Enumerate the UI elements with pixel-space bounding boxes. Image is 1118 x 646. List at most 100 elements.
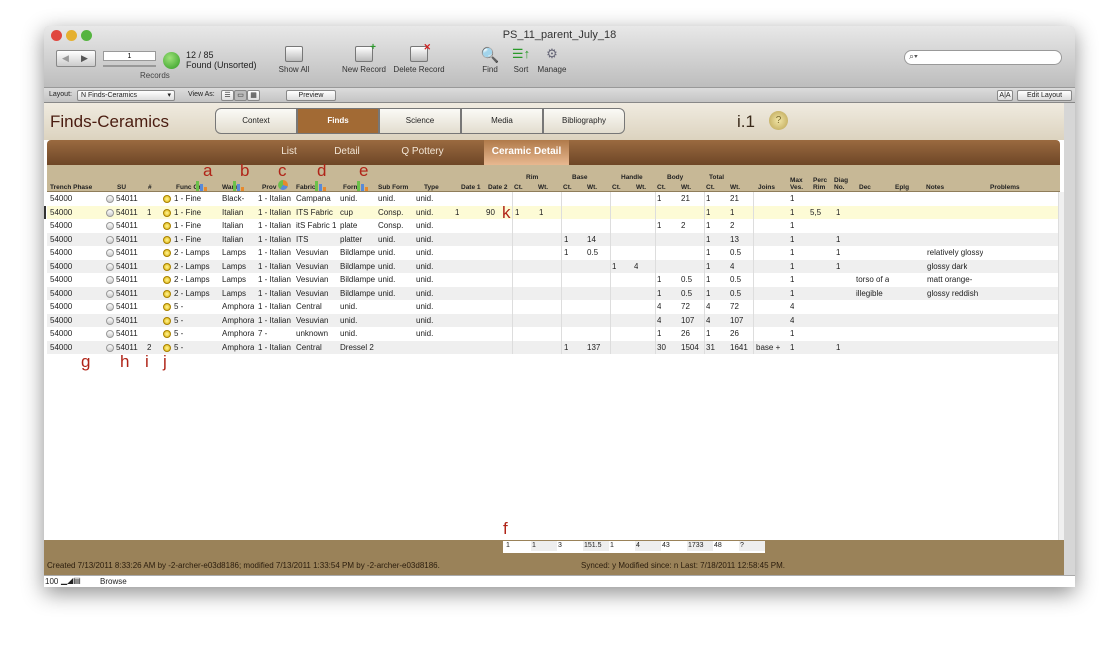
edit-layout-button[interactable]: Edit Layout [1017, 90, 1072, 101]
cell-su: 54011 [116, 315, 138, 325]
column-header-diag[interactable]: Diag No. [834, 177, 852, 191]
help-button[interactable]: ? [769, 111, 788, 130]
table-row[interactable]: 54000 54011 5 - Amphora 1 - Italian Vesuvian u… [47, 313, 1060, 327]
column-header-num[interactable]: # [148, 184, 152, 191]
zoom-level[interactable]: 100 [45, 577, 58, 586]
function-group-button[interactable] [163, 235, 171, 244]
column-header-subform[interactable]: Sub Form [378, 184, 408, 191]
function-group-button[interactable] [163, 330, 171, 338]
function-group-button[interactable] [163, 195, 171, 203]
column-header-total[interactable]: Total [709, 174, 724, 181]
view-as-table-button[interactable]: ▦ [247, 90, 260, 101]
column-header-eplg[interactable]: Eplg [895, 184, 909, 191]
table-row[interactable]: 54000 54011 2 - Lamps Lamps 1 - Italian Vesuv… [47, 259, 1060, 273]
record-select-radio[interactable] [106, 262, 114, 271]
record-select-radio[interactable] [106, 330, 114, 338]
tab-context[interactable]: Context [215, 108, 297, 134]
record-select-radio[interactable] [106, 276, 114, 284]
function-group-button[interactable] [163, 208, 171, 217]
record-select-radio[interactable] [106, 222, 114, 230]
function-group-button[interactable] [163, 276, 171, 284]
table-row[interactable]: 54000 54011 2 - Lamps Lamps 1 - Italian Vesuv… [47, 246, 1060, 260]
record-number-input[interactable] [103, 51, 156, 61]
table-row[interactable]: 54000 54011 1 - Fine Italian 1 - Italian ITS p… [47, 232, 1060, 246]
table-row[interactable]: 54000 54011 2 - Lamps Lamps 1 - Italian Vesuv… [47, 286, 1060, 300]
sort-button[interactable]: ☰↑ Sort [508, 46, 534, 74]
quick-find-input[interactable]: ⌕▾ [904, 50, 1062, 65]
record-select-radio[interactable] [106, 289, 114, 298]
column-header-su[interactable]: SU [117, 184, 126, 191]
zoom-controls-icon[interactable]: ▁◢▤ [61, 576, 81, 585]
column-header-type[interactable]: Type [424, 184, 439, 191]
record-select-radio[interactable] [106, 195, 114, 203]
table-row[interactable]: 54000 54011 2 5 - Amphora 1 - Italian Central D… [47, 340, 1060, 354]
new-record-button[interactable]: + New Record [339, 42, 389, 74]
record-select-radio[interactable] [106, 208, 114, 217]
function-group-button[interactable] [163, 262, 171, 271]
function-group-button[interactable] [163, 316, 171, 325]
tab-science[interactable]: Science [379, 108, 461, 134]
tab-finds[interactable]: Finds [297, 108, 379, 134]
cell-notes: glossy reddish [927, 288, 979, 298]
tab-media[interactable]: Media [461, 108, 543, 134]
cell-bodyct: 1 [657, 221, 662, 230]
function-group-button[interactable] [163, 289, 171, 298]
show-all-button[interactable]: Show All [274, 46, 314, 74]
table-row[interactable]: 54000 54011 1 1 - Fine Italian 1 - Italian ITS… [47, 205, 1060, 219]
record-select-radio[interactable] [106, 303, 114, 311]
record-select-radio[interactable] [106, 249, 114, 257]
table-row[interactable]: 54000 54011 5 - Amphora 1 - Italian Central un… [47, 300, 1060, 314]
record-select-radio[interactable] [106, 343, 114, 352]
pie-chart-icon[interactable] [278, 180, 288, 190]
scrollbar[interactable] [1058, 192, 1064, 540]
cell-totwt: 2 [730, 221, 735, 230]
delete-record-button[interactable]: ✕ Delete Record [391, 42, 447, 74]
function-group-button[interactable] [163, 249, 171, 257]
function-group-button[interactable] [163, 303, 171, 311]
column-header-dec[interactable]: Dec [859, 184, 871, 191]
column-header-joins[interactable]: Joins [758, 184, 775, 191]
table-row[interactable]: 54000 54011 5 - Amphora 7 - unknown unid. unid.… [47, 327, 1060, 341]
table-row[interactable]: 54000 54011 1 - Fine Black- 1 - Italian Campa… [47, 192, 1060, 206]
column-header-fabric[interactable]: Fabric [296, 184, 316, 191]
record-select-radio[interactable] [106, 235, 114, 244]
column-header-rim[interactable]: Rim [526, 174, 538, 181]
subtab-list[interactable]: List [269, 140, 309, 165]
find-button[interactable]: 🔍 Find [477, 46, 503, 74]
subtab-q-pottery[interactable]: Q Pottery [390, 140, 455, 165]
record-navigator[interactable]: ◀ ▶ [56, 50, 96, 67]
column-header-percrim[interactable]: Perc Rim [813, 177, 831, 191]
column-header-body[interactable]: Body [667, 174, 683, 181]
column-header-problems[interactable]: Problems [990, 184, 1020, 191]
column-header-date1[interactable]: Date 1 [461, 184, 481, 191]
next-record-icon[interactable]: ▶ [81, 53, 88, 64]
cell-fabric: Vesuvian [296, 288, 329, 298]
table-row[interactable]: 54000 54011 2 - Lamps Lamps 1 - Italian Vesuv… [47, 273, 1060, 287]
function-group-button[interactable] [163, 343, 171, 352]
column-header-prov[interactable]: Prov [262, 184, 276, 191]
preview-button[interactable]: Preview [286, 90, 336, 101]
manage-button[interactable]: ⚙ Manage [536, 46, 568, 74]
column-header-maxves[interactable]: Max Ves. [790, 177, 808, 191]
text-formatting-button[interactable]: A|A [997, 90, 1013, 101]
layout-select[interactable]: N Finds-Ceramics ▾ [77, 90, 175, 101]
column-header-handle[interactable]: Handle [621, 174, 643, 181]
column-header-base[interactable]: Base [572, 174, 588, 181]
view-as-form-button[interactable]: ☰ [221, 90, 234, 101]
table-row[interactable]: 54000 54011 1 - Fine Italian 1 - Italian itS … [47, 219, 1060, 233]
function-group-button[interactable] [163, 222, 171, 230]
cell-trench: 54000 [50, 261, 73, 271]
cell-notes: matt orange- [927, 275, 973, 284]
record-slider[interactable] [103, 65, 156, 67]
view-as-list-button[interactable]: ▭ [234, 90, 247, 101]
tab-bibliography[interactable]: Bibliography [543, 108, 625, 134]
column-divider [655, 232, 656, 246]
column-header-notes[interactable]: Notes [926, 184, 944, 191]
subtab-ceramic-detail[interactable]: Ceramic Detail [484, 140, 569, 165]
column-header-date2[interactable]: Date 2 [488, 184, 508, 191]
totals-row: 1 1 3 151.5 1 4 43 1733 48? [503, 541, 765, 553]
column-header-trench[interactable]: Trench Phase [50, 184, 92, 191]
prev-record-icon[interactable]: ◀ [62, 53, 69, 64]
record-select-radio[interactable] [106, 316, 114, 325]
column-divider [610, 327, 611, 341]
